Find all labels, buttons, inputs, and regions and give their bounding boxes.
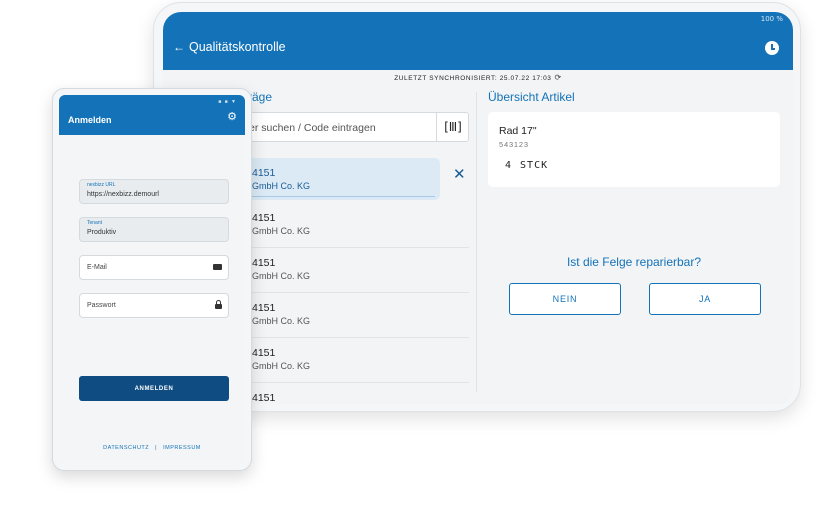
order-company: GmbH Co. KG [252,181,311,191]
gear-icon[interactable]: ⚙ [227,112,237,123]
imprint-link[interactable]: IMPRESSUM [163,445,201,451]
tablet-screen: 100 % ← Qualitätskontrolle ZULETZT SYNCH… [163,12,793,404]
password-field[interactable]: Passwort [79,293,229,318]
list-item[interactable]: 4151 GmbH Co. KG ✕ [233,158,469,203]
no-button[interactable]: NEIN [509,283,621,315]
clock-icon[interactable] [765,41,779,55]
refresh-icon[interactable]: ⟳ [555,73,562,82]
article-card: Rad 17" 543123 4 STCK [488,112,780,187]
mail-icon [213,262,222,270]
email-placeholder: E-Mail [87,264,107,271]
barcode-icon: [ⅡⅠ] [442,120,464,134]
order-company: GmbH Co. KG [252,361,311,371]
order-number: 4151 [252,167,276,179]
article-quantity: 4 STCK [505,160,548,171]
tenant-value: Produktiv [87,229,117,236]
column-divider [476,92,477,392]
yes-button[interactable]: JA [649,283,761,315]
question-text: Ist die Felge reparierbar? [566,255,702,269]
sync-status: ZULETZT SYNCHRONISIERT: 25.07.22 17:03 ⟳ [163,73,793,82]
status-bar: 100 % [760,15,783,23]
order-number: 4151 [252,212,276,224]
order-number: 4151 [252,347,276,359]
quantity-unit: STCK [520,160,549,171]
article-code: 543123 [499,140,529,149]
arrow-left-icon[interactable]: ← [173,41,185,53]
list-item[interactable]: 4151 [233,383,469,404]
phone-screen: ■ ■ ▼ Anmelden ⚙ nexbizz URL https://nex… [59,95,245,462]
search-input[interactable]: er suchen / Code eintragen [ⅡⅠ] [233,112,469,142]
status-indicators: ■ ■ ▼ [218,99,237,105]
page-title: Qualitätskontrolle [189,40,286,54]
back-navigation[interactable]: ← Qualitätskontrolle [173,40,286,54]
scan-button[interactable]: [ⅡⅠ] [436,113,468,141]
tablet-app-bar: 100 % ← Qualitätskontrolle [163,12,793,70]
list-item[interactable]: 4151 GmbH Co. KG [233,293,469,338]
overview-heading: Übersicht Artikel [488,90,575,104]
url-label: nexbizz URL [87,182,116,188]
selected-card [233,158,440,200]
url-field[interactable]: nexbizz URL https://nexbizz.demourl [79,179,229,204]
article-name: Rad 17" [499,125,537,137]
order-number: 4151 [252,302,276,314]
privacy-link[interactable]: DATENSCHUTZ [103,445,149,451]
url-value: https://nexbizz.demourl [87,191,159,198]
lock-icon [215,300,222,309]
order-company: GmbH Co. KG [252,271,311,281]
order-list: 4151 GmbH Co. KG ✕ 4151 GmbH Co. KG 4151… [233,158,469,404]
password-placeholder: Passwort [87,302,116,309]
footer-separator: | [155,445,158,451]
phone-footer: DATENSCHUTZ | IMPRESSUM [59,445,245,451]
list-item[interactable]: 4151 GmbH Co. KG [233,203,469,248]
list-item[interactable]: 4151 GmbH Co. KG [233,338,469,383]
login-button[interactable]: ANMELDEN [79,376,229,401]
login-title: Anmelden [68,115,112,125]
phone-app-bar: ■ ■ ▼ Anmelden ⚙ [59,95,245,135]
search-placeholder: er suchen / Code eintragen [249,122,376,134]
order-number: 4151 [252,392,276,404]
phone-device: ■ ■ ▼ Anmelden ⚙ nexbizz URL https://nex… [52,88,252,471]
email-field[interactable]: E-Mail [79,255,229,280]
close-icon[interactable]: ✕ [453,167,466,182]
order-company: GmbH Co. KG [252,226,311,236]
tenant-label: Tenant [87,220,103,226]
list-item[interactable]: 4151 GmbH Co. KG [233,248,469,293]
quantity-value: 4 [505,160,513,171]
divider [243,196,435,197]
sync-text: ZULETZT SYNCHRONISIERT: 25.07.22 17:03 [394,75,552,82]
order-number: 4151 [252,257,276,269]
order-company: GmbH Co. KG [252,316,311,326]
tenant-field[interactable]: Tenant Produktiv [79,217,229,242]
